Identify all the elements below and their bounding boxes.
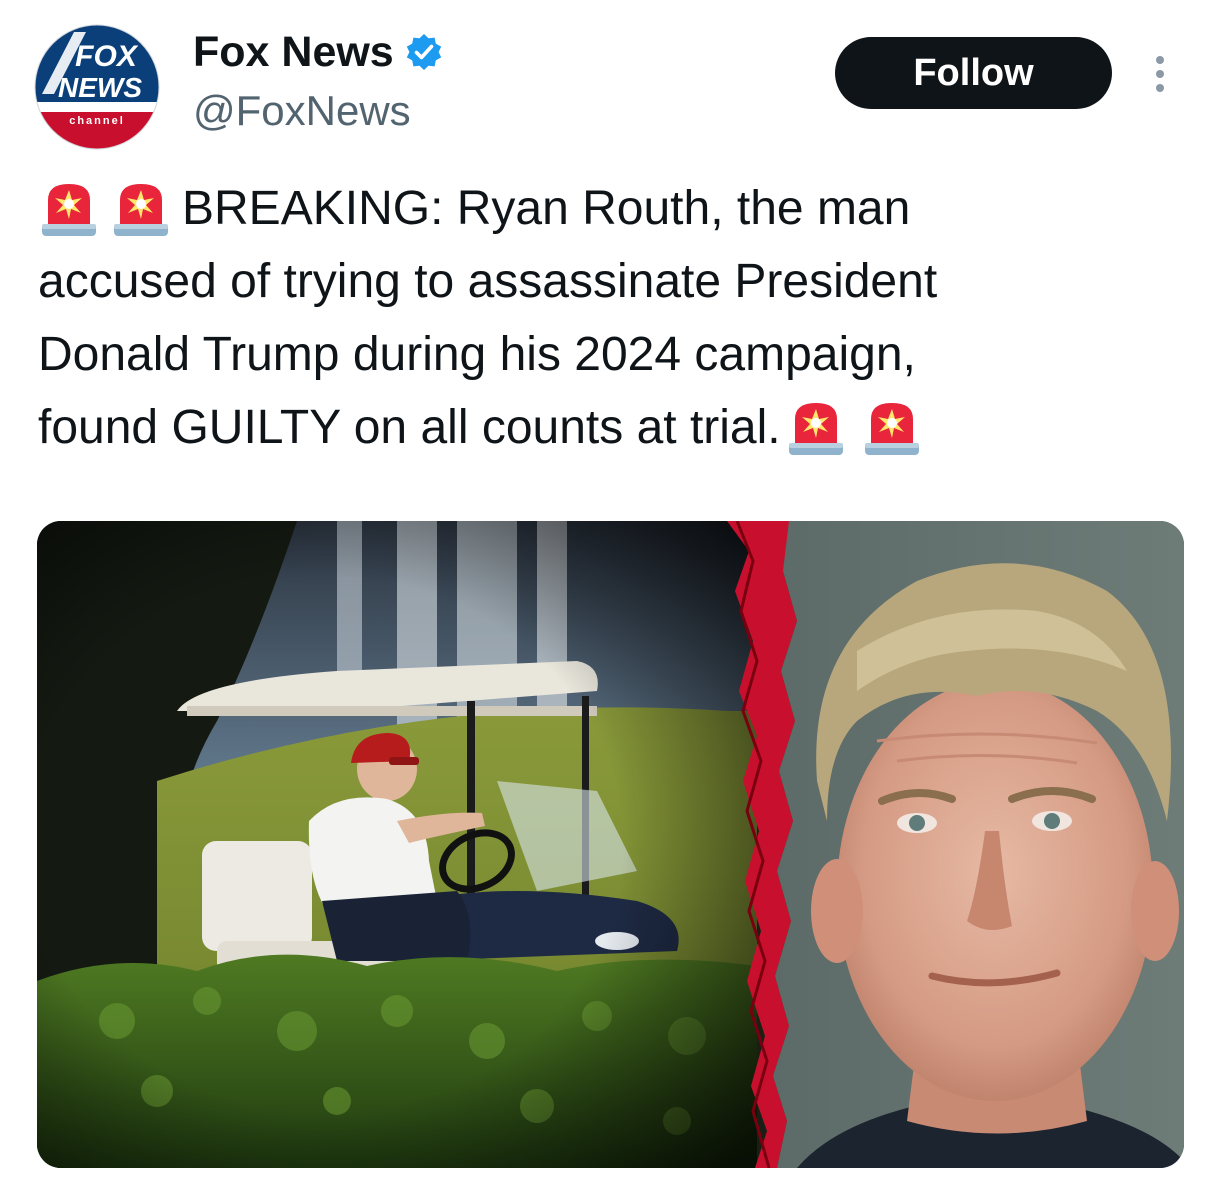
tweet-image: [37, 521, 1184, 1168]
tweet-card: FOX NEWS channel Fox News @FoxNews Follo…: [0, 0, 1220, 1194]
account-handle[interactable]: @FoxNews: [193, 86, 411, 136]
more-vertical-icon[interactable]: [1142, 48, 1178, 100]
police-siren-emoji-icon: [788, 402, 843, 455]
tweet-media[interactable]: [37, 521, 1184, 1168]
verified-badge-icon[interactable]: [404, 32, 444, 72]
tweet-line: Donald Trump during his 2024 campaign,: [38, 318, 1188, 391]
account-name[interactable]: Fox News: [193, 26, 394, 78]
photo-mugshot: [773, 521, 1184, 1168]
logo-text-channel: channel: [69, 115, 125, 127]
police-siren-emoji-icon: [864, 402, 919, 455]
tweet-line-text: accused of trying to assassinate Preside…: [38, 255, 938, 308]
logo-text-fox: FOX: [75, 40, 139, 73]
tweet-line: accused of trying to assassinate Preside…: [38, 245, 1188, 318]
police-siren-emoji-icon: [42, 183, 96, 236]
fox-news-logo: FOX NEWS channel: [34, 24, 160, 150]
avatar[interactable]: FOX NEWS channel: [34, 24, 160, 150]
tweet-line-text: found GUILTY on all counts at trial.: [38, 401, 781, 454]
logo-text-news: NEWS: [58, 72, 142, 103]
police-siren-emoji-icon: [114, 183, 168, 236]
follow-button[interactable]: Follow: [835, 37, 1112, 109]
photo-golf-cart: [37, 521, 757, 1168]
tweet-line-text: BREAKING: Ryan Routh, the man: [182, 182, 911, 235]
account-name-row: Fox News: [193, 26, 444, 78]
tweet-line: found GUILTY on all counts at trial.: [38, 391, 1188, 464]
tweet-text: BREAKING: Ryan Routh, the man accused of…: [38, 172, 1188, 464]
tweet-line-text: Donald Trump during his 2024 campaign,: [38, 328, 916, 381]
tweet-line: BREAKING: Ryan Routh, the man: [38, 172, 1188, 245]
